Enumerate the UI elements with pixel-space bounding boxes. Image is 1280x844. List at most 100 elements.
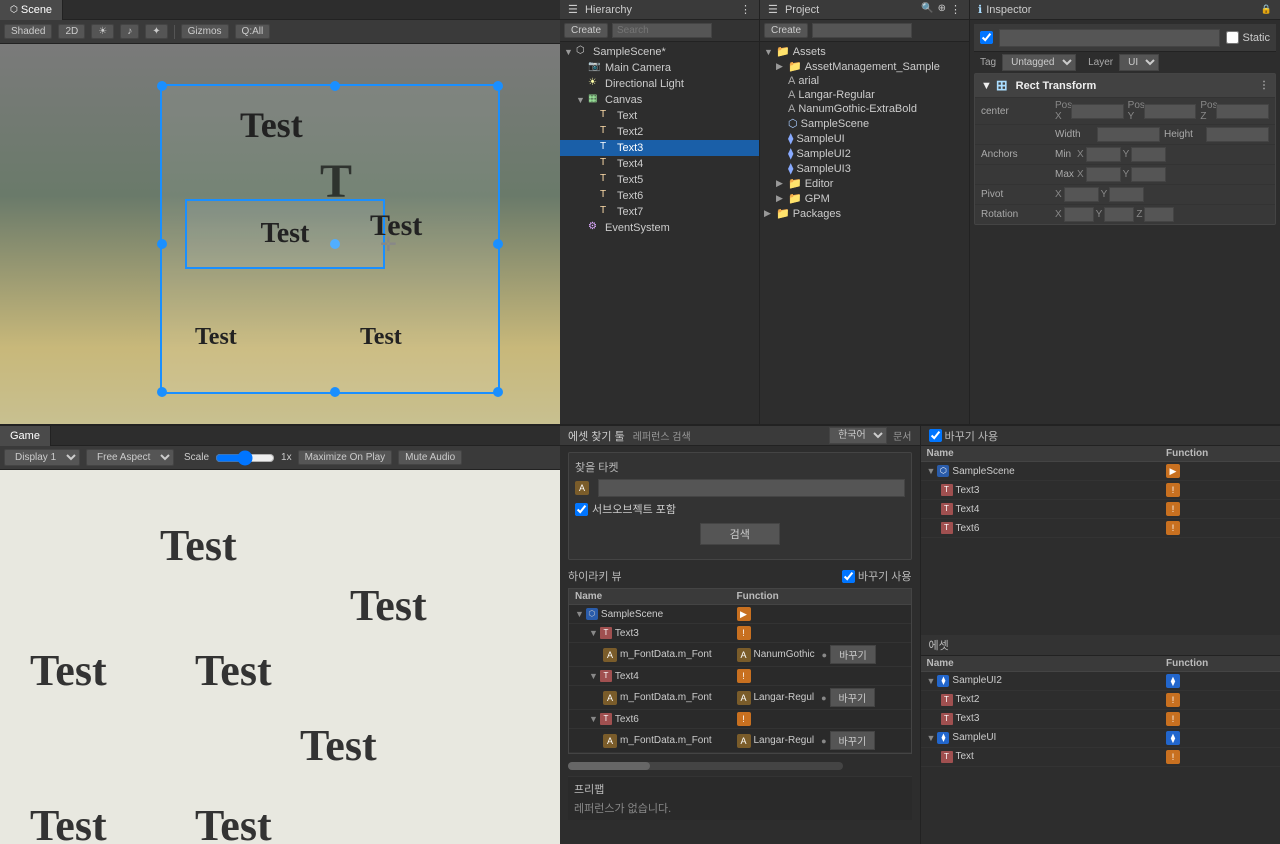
object-name-field[interactable]: Text3 [999, 29, 1220, 47]
project-search-icon[interactable]: 🔍 [921, 3, 933, 16]
move-gizmo[interactable]: ✛ [380, 232, 397, 257]
assets-arrow-sui[interactable]: ▼ [927, 733, 936, 743]
project-replace-checkbox[interactable] [929, 429, 942, 442]
replace-use-toggle[interactable]: 바꾸기 사용 [842, 568, 912, 584]
proj-arrow-ss[interactable]: ▼ [927, 466, 936, 476]
static-checkbox[interactable] [1226, 31, 1239, 44]
layer-select[interactable]: UI [1119, 54, 1159, 71]
anchor-tl[interactable] [157, 81, 167, 91]
hierarchy-create-btn[interactable]: Create [564, 23, 608, 38]
table-row[interactable]: ▼ ⧫ SampleUI2 ⧫ [921, 671, 1280, 690]
hierarchy-item-text6[interactable]: T Text6 [560, 188, 759, 204]
anchor-tc[interactable] [330, 81, 340, 91]
anchor-tr[interactable] [493, 81, 503, 91]
project-search[interactable] [812, 23, 912, 38]
audio-btn[interactable]: ♪ [120, 24, 139, 39]
tab-game[interactable]: Game [0, 426, 51, 446]
hierarchy-item-text3[interactable]: T Text3 [560, 140, 759, 156]
project-create-btn[interactable]: Create [764, 23, 808, 38]
expand-arrow-canvas[interactable]: ▼ [576, 95, 588, 105]
hierarchy-item-text5[interactable]: T Text5 [560, 172, 759, 188]
anchor-bc[interactable] [330, 387, 340, 397]
display-select[interactable]: Display 1 [4, 449, 80, 466]
posz-field[interactable]: 0 [1216, 104, 1269, 119]
language-select[interactable]: 한국어 [829, 427, 887, 444]
table-row[interactable]: T Text6 ! [921, 519, 1280, 538]
min-x-field[interactable]: 0.5 [1086, 147, 1121, 162]
gizmos-btn[interactable]: Gizmos [181, 24, 229, 39]
project-item-sampleui[interactable]: ⧫ SampleUI [760, 131, 969, 146]
assets-arrow[interactable]: ▼ [764, 47, 776, 57]
tag-select[interactable]: Untagged [1002, 54, 1076, 71]
max-y-field[interactable]: 0.5 [1131, 167, 1166, 182]
editor-arrow[interactable]: ▶ [776, 178, 788, 189]
table-row[interactable]: ▼ ⬡ SampleScene ▶ [569, 605, 911, 624]
table-row[interactable]: A m_FontData.m_Font A Langar-Regul ● [569, 686, 911, 710]
replace-use-checkbox[interactable] [842, 570, 855, 583]
hierarchy-item-canvas[interactable]: ▼ ▦ Canvas [560, 92, 759, 108]
project-options[interactable]: ⋮ [950, 3, 961, 16]
project-item-langar[interactable]: A Langar-Regular [760, 88, 969, 102]
include-sub-checkbox[interactable] [575, 503, 588, 516]
replace-btn-font3[interactable]: 바꾸기 [830, 645, 876, 664]
row-arrow-t4[interactable]: ▼ [589, 671, 598, 681]
project-item-editor[interactable]: ▶ 📁 Editor [760, 176, 969, 191]
anchor-ml[interactable] [157, 239, 167, 249]
table-row[interactable]: ▼ ⬡ SampleScene ▶ [921, 462, 1280, 481]
project-item-packages[interactable]: ▶ 📁 Packages [760, 206, 969, 221]
lock-icon[interactable]: 🔒 [1261, 4, 1272, 15]
font-search-btn[interactable]: 검색 [700, 523, 780, 545]
table-row[interactable]: ▼ T Text4 ! [569, 667, 911, 686]
project-replace-use-toggle[interactable]: 바꾸기 사용 [929, 428, 999, 444]
table-row[interactable]: ▼ ⧫ SampleUI ⧫ [921, 728, 1280, 747]
table-row[interactable]: T Text3 ! [921, 709, 1280, 728]
row-arrow-ss[interactable]: ▼ [575, 609, 584, 619]
hierarchy-item-text2[interactable]: T Text2 [560, 124, 759, 140]
mute-btn[interactable]: Mute Audio [398, 450, 462, 465]
assetmgmt-arrow[interactable]: ▶ [776, 61, 788, 72]
table-row[interactable]: T Text ! [921, 747, 1280, 766]
project-item-sampleui2[interactable]: ⧫ SampleUI2 [760, 146, 969, 161]
hierarchy-item-text4[interactable]: T Text4 [560, 156, 759, 172]
expand-arrow-samplescene[interactable]: ▼ [564, 47, 576, 57]
maximize-btn[interactable]: Maximize On Play [298, 450, 393, 465]
posy-field[interactable]: -37 [1144, 104, 1197, 119]
row-arrow-t3[interactable]: ▼ [589, 628, 598, 638]
packages-arrow[interactable]: ▶ [764, 208, 776, 219]
rect-transform-header[interactable]: ▼ ⊞ Rect Transform ⋮ [975, 74, 1275, 97]
2d-btn[interactable]: 2D [58, 24, 85, 39]
replace-btn-font6[interactable]: 바꾸기 [830, 731, 876, 750]
font-search-input[interactable]: Langar-Regular [598, 479, 905, 497]
aspect-select[interactable]: Free Aspect [86, 449, 174, 466]
posx-field[interactable]: -183 [1071, 104, 1124, 119]
table-row[interactable]: T Text2 ! [921, 690, 1280, 709]
tab-scene[interactable]: ⬡ Scene [0, 0, 63, 20]
max-x-field[interactable]: 0.5 [1086, 167, 1121, 182]
hierarchy-item-maincamera[interactable]: 📷 Main Camera [560, 60, 759, 76]
table-row[interactable]: ▼ T Text6 ! [569, 710, 911, 729]
scene-test-selected[interactable]: Test [185, 199, 385, 269]
project-item-nanum[interactable]: A NanumGothic-ExtraBold [760, 102, 969, 116]
light-btn[interactable]: ☀ [91, 24, 114, 39]
anchor-bl[interactable] [157, 387, 167, 397]
hierarchy-search[interactable] [612, 23, 712, 38]
hierarchy-item-text7[interactable]: T Text7 [560, 204, 759, 220]
project-item-assets[interactable]: ▼ 📁 Assets [760, 44, 969, 59]
rot-x-field[interactable]: 0 [1064, 207, 1094, 222]
table-row[interactable]: A m_FontData.m_Font A NanumGothic ● [569, 643, 911, 667]
rect-transform-options[interactable]: ⋮ [1259, 80, 1269, 91]
hierarchy-item-samplescene[interactable]: ▼ ⬡ SampleScene* [560, 44, 759, 60]
pivot-y-field[interactable]: 0.5 [1109, 187, 1144, 202]
height-field[interactable]: 130.79 [1206, 127, 1269, 142]
hierarchy-item-eventsystem[interactable]: ⚙ EventSystem [560, 220, 759, 236]
h-scrollbar[interactable] [568, 762, 843, 770]
project-item-arial[interactable]: A arial [760, 74, 969, 88]
qall-btn[interactable]: Q:All [235, 24, 271, 39]
project-item-sampleui3[interactable]: ⧫ SampleUI3 [760, 161, 969, 176]
project-item-gpm[interactable]: ▶ 📁 GPM [760, 191, 969, 206]
table-row[interactable]: T Text3 ! [921, 481, 1280, 500]
assets-arrow-sui2[interactable]: ▼ [927, 676, 936, 686]
scale-slider[interactable] [215, 453, 275, 463]
hierarchy-item-directionallight[interactable]: ☀ Directional Light [560, 76, 759, 92]
rot-y-field[interactable]: 0 [1104, 207, 1134, 222]
